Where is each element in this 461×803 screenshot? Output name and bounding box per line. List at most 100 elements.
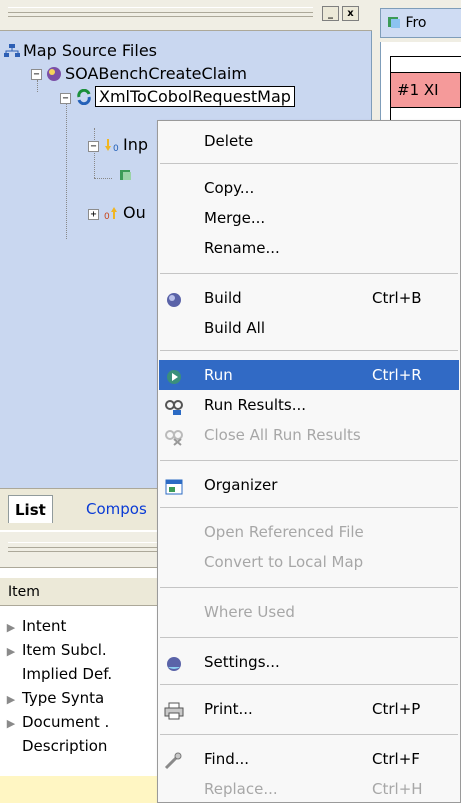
tab-list[interactable]: List bbox=[8, 495, 53, 523]
menu-item-merge[interactable]: Merge... bbox=[159, 203, 459, 233]
type-tree-icon bbox=[118, 167, 134, 183]
output-label: Ou bbox=[123, 203, 146, 222]
property-row[interactable]: Description bbox=[0, 734, 168, 758]
menu-item-label: Settings... bbox=[204, 653, 280, 671]
menu-item-label: Convert to Local Map bbox=[204, 553, 364, 571]
menu-item-rename[interactable]: Rename... bbox=[159, 233, 459, 263]
tree-node-map[interactable]: XmlToCobolRequestMap bbox=[76, 86, 295, 108]
editor-header-cell[interactable]: #1 XI bbox=[390, 72, 461, 108]
tree-node-input[interactable]: 0 Inp bbox=[104, 134, 148, 156]
find-icon bbox=[164, 750, 184, 770]
menu-item-label: Copy... bbox=[204, 179, 255, 197]
tree-root-map-source-files[interactable]: Map Source Files bbox=[4, 40, 157, 62]
tree-line bbox=[66, 104, 67, 239]
tree-line bbox=[94, 178, 112, 179]
menu-item-delete[interactable]: Delete bbox=[159, 126, 459, 156]
menu-item-label: Replace... bbox=[204, 780, 278, 798]
property-row[interactable]: ▶ Document . bbox=[0, 710, 168, 734]
menu-item-label: Open Referenced File bbox=[204, 523, 364, 541]
tree-line bbox=[37, 80, 38, 92]
property-row[interactable]: ▶ Intent bbox=[0, 614, 168, 638]
close-run-results-icon bbox=[164, 426, 184, 446]
map-label: XmlToCobolRequestMap bbox=[95, 86, 295, 107]
menu-item-copy[interactable]: Copy... bbox=[159, 173, 459, 203]
collapse-toggle[interactable]: − bbox=[60, 93, 71, 104]
menu-item-print[interactable]: Print... Ctrl+P bbox=[159, 694, 459, 724]
menu-item-open-referenced-file: Open Referenced File bbox=[159, 517, 459, 547]
svg-text:0: 0 bbox=[104, 212, 110, 221]
menu-item-organizer[interactable]: Organizer bbox=[159, 470, 459, 500]
titlebar-grip[interactable] bbox=[8, 7, 313, 17]
run-results-icon bbox=[164, 396, 184, 415]
expand-triangle-icon[interactable]: ▶ bbox=[0, 640, 22, 662]
svg-text:0: 0 bbox=[113, 144, 119, 153]
menu-item-run-results[interactable]: Run Results... bbox=[159, 390, 459, 420]
menu-item-build[interactable]: Build Ctrl+B bbox=[159, 283, 459, 313]
organizer-icon bbox=[164, 476, 184, 495]
menu-separator bbox=[160, 684, 458, 685]
menu-item-run[interactable]: Run Ctrl+R bbox=[159, 360, 459, 390]
menu-item-label: Find... bbox=[204, 750, 250, 768]
print-icon bbox=[164, 700, 184, 720]
run-icon bbox=[164, 366, 184, 384]
menu-item-shortcut: Ctrl+H bbox=[372, 780, 423, 798]
menu-item-label: Print... bbox=[204, 700, 253, 718]
menu-separator bbox=[160, 350, 458, 351]
collapse-toggle[interactable]: − bbox=[31, 69, 42, 80]
menu-separator bbox=[160, 460, 458, 461]
build-icon bbox=[164, 289, 184, 307]
tree-node-input-child[interactable] bbox=[118, 164, 137, 186]
close-button[interactable]: x bbox=[342, 6, 359, 21]
menu-item-shortcut: Ctrl+R bbox=[372, 366, 422, 384]
property-label: Description bbox=[22, 737, 108, 755]
menu-separator bbox=[160, 273, 458, 274]
property-row[interactable]: ▶ Item Subcl. bbox=[0, 638, 168, 662]
menu-separator bbox=[160, 637, 458, 638]
expand-triangle-icon[interactable]: ▶ bbox=[0, 616, 22, 638]
project-icon bbox=[46, 66, 62, 82]
menu-item-build-all[interactable]: Build All bbox=[159, 313, 459, 343]
menu-separator bbox=[160, 163, 458, 164]
expand-toggle[interactable]: + bbox=[88, 209, 99, 220]
tree-node-project[interactable]: SOABenchCreateClaim bbox=[46, 63, 247, 85]
menu-item-convert-to-local-map: Convert to Local Map bbox=[159, 547, 459, 577]
menu-separator bbox=[160, 507, 458, 508]
menu-item-label: Run Results... bbox=[204, 396, 306, 414]
output-card-icon: 0 bbox=[104, 205, 120, 222]
expand-triangle-icon[interactable]: ▶ bbox=[0, 712, 22, 734]
menu-item-find[interactable]: Find... Ctrl+F bbox=[159, 744, 459, 774]
menu-separator bbox=[160, 734, 458, 735]
menu-item-label: Delete bbox=[204, 132, 254, 150]
titlebar-grip[interactable] bbox=[8, 542, 158, 552]
menu-item-label: Close All Run Results bbox=[204, 426, 361, 444]
expand-triangle-icon[interactable]: ▶ bbox=[0, 688, 22, 710]
input-card-icon: 0 bbox=[104, 137, 120, 154]
menu-item-replace: Replace... Ctrl+H bbox=[159, 774, 459, 803]
map-icon bbox=[76, 88, 92, 106]
properties-column-header[interactable]: Item bbox=[0, 578, 168, 606]
menu-item-shortcut: Ctrl+B bbox=[372, 289, 422, 307]
menu-item-shortcut: Ctrl+P bbox=[372, 700, 421, 718]
tree-node-output[interactable]: 0 Ou bbox=[104, 202, 146, 224]
menu-item-label: Run bbox=[204, 366, 233, 384]
tree-line bbox=[94, 128, 95, 178]
menu-separator bbox=[160, 587, 458, 588]
property-row[interactable]: ▶ Type Synta bbox=[0, 686, 168, 710]
menu-item-close-all-run-results: Close All Run Results bbox=[159, 420, 459, 450]
tab-composition[interactable]: Compos bbox=[80, 495, 153, 523]
minimize-button[interactable]: _ bbox=[322, 6, 339, 21]
property-row[interactable]: Implied Def. bbox=[0, 662, 168, 686]
menu-item-shortcut: Ctrl+F bbox=[372, 750, 420, 768]
property-label: Implied Def. bbox=[22, 665, 113, 683]
folder-tree-icon bbox=[4, 43, 20, 59]
project-label: SOABenchCreateClaim bbox=[65, 64, 247, 83]
menu-item-settings[interactable]: Settings... bbox=[159, 647, 459, 677]
property-label: Type Synta bbox=[22, 689, 105, 707]
menu-item-where-used: Where Used bbox=[159, 597, 459, 627]
menu-item-label: Build bbox=[204, 289, 242, 307]
navigator-tab-bar: List Compos bbox=[0, 488, 168, 530]
input-label: Inp bbox=[123, 135, 149, 154]
editor-tab[interactable]: Fro bbox=[380, 8, 461, 38]
menu-item-label: Organizer bbox=[204, 476, 278, 494]
collapse-toggle[interactable]: − bbox=[88, 141, 99, 152]
